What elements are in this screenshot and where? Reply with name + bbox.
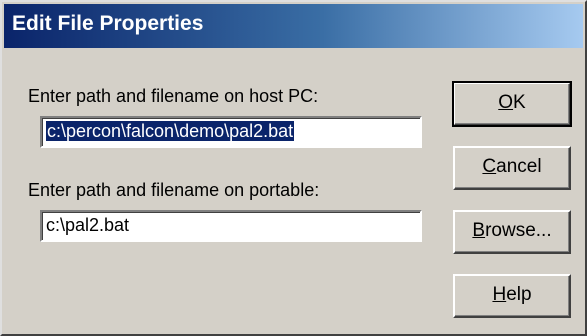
help-button[interactable]: Help <box>453 274 571 318</box>
browse-mnemonic: B <box>472 220 486 241</box>
portable-path-label: Enter path and filename on portable: <box>28 180 320 200</box>
title-bar[interactable]: Edit File Properties <box>4 4 583 48</box>
browse-label-rest: rowse... <box>485 220 552 241</box>
edit-file-properties-dialog: Edit File Properties Enter path and file… <box>0 0 587 336</box>
help-label-rest: elp <box>506 284 532 305</box>
cancel-label-rest: ancel <box>496 156 542 177</box>
ok-label-rest: K <box>513 92 526 113</box>
cancel-mnemonic: C <box>482 156 497 177</box>
portable-path-input[interactable]: c:\pal2.bat <box>40 210 422 242</box>
cancel-button[interactable]: Cancel <box>453 146 571 190</box>
help-mnemonic: H <box>492 284 507 305</box>
ok-mnemonic: O <box>498 92 514 113</box>
host-path-input[interactable]: c:\percon\falcon\demo\pal2.bat <box>40 116 422 148</box>
dialog-title: Edit File Properties <box>12 12 204 35</box>
portable-path-value: c:\pal2.bat <box>46 215 130 235</box>
host-path-value: c:\percon\falcon\demo\pal2.bat <box>46 121 295 141</box>
host-path-label: Enter path and filename on host PC: <box>28 86 319 106</box>
ok-button[interactable]: OK <box>452 81 572 127</box>
browse-button[interactable]: Browse... <box>453 210 571 254</box>
